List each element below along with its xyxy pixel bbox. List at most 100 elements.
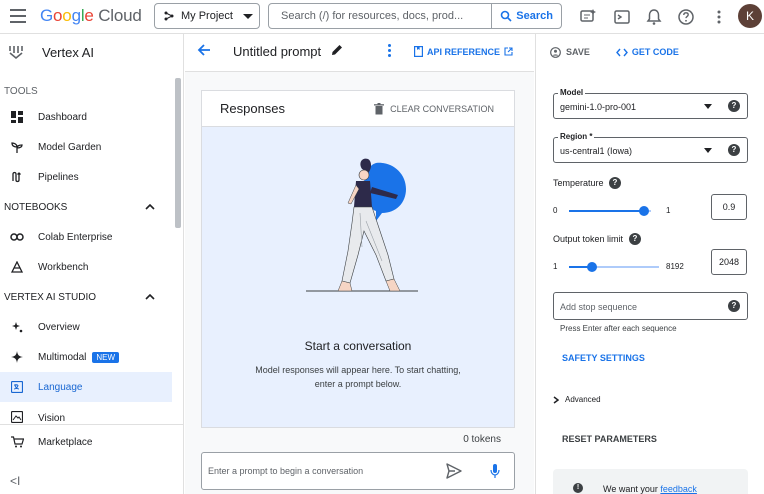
help-icon[interactable]: ? bbox=[728, 300, 740, 312]
prompt-workspace: Untitled prompt API REFERENCE Responses … bbox=[185, 34, 534, 494]
help-icon[interactable]: ? bbox=[629, 233, 641, 245]
search-input[interactable]: Search (/) for resources, docs, prod... bbox=[269, 10, 491, 22]
temperature-slider-thumb[interactable] bbox=[639, 206, 649, 216]
product-header: Vertex AI bbox=[0, 34, 183, 70]
dropdown-arrow-icon bbox=[704, 104, 712, 109]
sidebar-item-label: Multimodal bbox=[38, 351, 87, 363]
sidebar-item-colab-enterprise[interactable]: Colab Enterprise bbox=[0, 222, 172, 252]
model-value: gemini-1.0-pro-001 bbox=[560, 102, 637, 112]
vertex-ai-icon bbox=[9, 46, 23, 60]
sidebar-scrollbar[interactable] bbox=[175, 78, 181, 228]
collapse-nav-icon[interactable]: <I bbox=[10, 474, 20, 488]
clear-conversation-button[interactable]: CLEAR CONVERSATION bbox=[374, 102, 494, 115]
sidebar-footer: Marketplace bbox=[0, 424, 184, 457]
region-value: us-central1 (Iowa) bbox=[560, 146, 633, 156]
temperature-input[interactable]: 0.9 bbox=[711, 194, 747, 220]
more-vert-icon[interactable] bbox=[388, 44, 392, 59]
help-icon[interactable]: ? bbox=[728, 100, 740, 112]
notebooks-section-header[interactable]: NOTEBOOKS bbox=[0, 192, 183, 222]
google-cloud-logo[interactable]: Google Cloud bbox=[40, 6, 142, 26]
edit-pencil-icon[interactable] bbox=[331, 44, 343, 56]
bell-icon[interactable] bbox=[645, 8, 663, 26]
token-limit-input[interactable]: 2048 bbox=[711, 249, 747, 275]
prompt-input-container bbox=[201, 452, 515, 490]
chevron-up-icon bbox=[145, 204, 155, 210]
model-garden-icon bbox=[11, 142, 23, 153]
search-bar[interactable]: Search (/) for resources, docs, prod... … bbox=[268, 3, 562, 29]
chevron-down-icon bbox=[242, 13, 253, 19]
feedback-link[interactable]: feedback bbox=[660, 484, 697, 494]
prompt-title[interactable]: Untitled prompt bbox=[233, 44, 321, 59]
sidebar-item-label: Pipelines bbox=[38, 171, 79, 183]
region-select[interactable]: Region * us-central1 (Iowa) ? bbox=[553, 132, 748, 163]
chevron-right-icon bbox=[553, 395, 559, 404]
cart-icon bbox=[10, 436, 24, 448]
help-icon[interactable]: ? bbox=[609, 177, 621, 189]
search-button[interactable]: Search bbox=[491, 4, 561, 28]
sidebar-item-label: Overview bbox=[38, 321, 80, 333]
walking-person-illustration bbox=[306, 158, 418, 292]
avatar[interactable]: K bbox=[738, 4, 762, 28]
stop-sequence-hint: Press Enter after each sequence bbox=[560, 324, 677, 333]
main-menu-icon[interactable] bbox=[10, 9, 26, 23]
token-limit-slider-rest[interactable] bbox=[591, 266, 659, 268]
terminal-icon[interactable] bbox=[613, 8, 631, 26]
sidebar-item-model-garden[interactable]: Model Garden bbox=[0, 132, 172, 162]
responses-title: Responses bbox=[220, 101, 286, 116]
sidebar-item-pipelines[interactable]: Pipelines bbox=[0, 162, 172, 192]
sidebar: Vertex AI TOOLS Dashboard Model Garden P… bbox=[0, 34, 184, 494]
notebooks-section-label: NOTEBOOKS bbox=[4, 201, 68, 213]
prompt-input[interactable] bbox=[208, 466, 438, 476]
microphone-icon[interactable] bbox=[490, 463, 500, 479]
new-badge: NEW bbox=[92, 351, 120, 363]
save-label: SAVE bbox=[566, 47, 590, 57]
top-bar: Google Cloud My Project Search (/) for r… bbox=[0, 0, 764, 34]
sidebar-item-workbench[interactable]: Workbench bbox=[0, 252, 172, 282]
studio-section-label: VERTEX AI STUDIO bbox=[4, 291, 97, 303]
tools-section-label: TOOLS bbox=[4, 86, 38, 97]
sidebar-item-marketplace[interactable]: Marketplace bbox=[0, 427, 172, 457]
get-code-button[interactable]: GET CODE bbox=[615, 47, 679, 57]
save-button[interactable]: SAVE bbox=[550, 46, 590, 58]
studio-section-header[interactable]: VERTEX AI STUDIO bbox=[0, 282, 183, 312]
dashboard-icon bbox=[11, 111, 23, 123]
back-arrow-icon[interactable] bbox=[197, 43, 211, 57]
api-reference-link[interactable]: API REFERENCE bbox=[414, 46, 513, 57]
prompt-header: Untitled prompt API REFERENCE bbox=[185, 34, 534, 72]
model-select[interactable]: Model gemini-1.0-pro-001 ? bbox=[553, 88, 748, 119]
help-icon[interactable] bbox=[677, 8, 695, 26]
sidebar-item-dashboard[interactable]: Dashboard bbox=[0, 102, 172, 132]
overview-icon bbox=[12, 322, 23, 333]
search-icon bbox=[500, 10, 512, 22]
help-icon[interactable]: ? bbox=[728, 144, 740, 156]
token-limit-max: 8192 bbox=[666, 262, 684, 271]
feedback-prefix: We want your bbox=[603, 484, 658, 494]
token-limit-slider-thumb[interactable] bbox=[587, 262, 597, 272]
project-picker[interactable]: My Project bbox=[154, 3, 260, 29]
reset-parameters-button[interactable]: RESET PARAMETERS bbox=[562, 434, 657, 444]
safety-settings-button[interactable]: SAFETY SETTINGS bbox=[562, 353, 645, 363]
send-icon[interactable] bbox=[446, 463, 462, 479]
stop-sequence-input[interactable]: Add stop sequence ? bbox=[553, 292, 748, 320]
colab-icon bbox=[10, 233, 24, 241]
gemini-chat-icon[interactable] bbox=[579, 8, 597, 26]
temperature-max: 1 bbox=[666, 206, 671, 215]
sidebar-item-language[interactable]: Language bbox=[0, 372, 172, 402]
parameters-toolbar: SAVE GET CODE bbox=[536, 34, 764, 70]
empty-state-title: Start a conversation bbox=[304, 339, 412, 353]
workbench-icon bbox=[11, 261, 23, 273]
sidebar-item-label: Workbench bbox=[38, 261, 89, 273]
advanced-label: Advanced bbox=[565, 395, 601, 404]
sidebar-item-label: Colab Enterprise bbox=[38, 231, 113, 243]
sidebar-item-multimodal[interactable]: Multimodal NEW bbox=[0, 342, 172, 372]
advanced-toggle[interactable]: Advanced bbox=[553, 395, 601, 404]
more-vert-icon[interactable] bbox=[710, 8, 728, 26]
api-reference-label: API REFERENCE bbox=[427, 46, 501, 57]
pipelines-icon bbox=[12, 171, 21, 183]
responses-panel: Responses CLEAR CONVERSATION Start a con bbox=[201, 90, 515, 428]
sidebar-item-overview[interactable]: Overview bbox=[0, 312, 172, 342]
stop-sequence-placeholder: Add stop sequence bbox=[560, 302, 638, 312]
token-limit-label: Output token limit bbox=[553, 234, 624, 244]
sidebar-item-vision[interactable]: Vision bbox=[0, 402, 172, 424]
temperature-slider-track[interactable] bbox=[569, 210, 643, 212]
